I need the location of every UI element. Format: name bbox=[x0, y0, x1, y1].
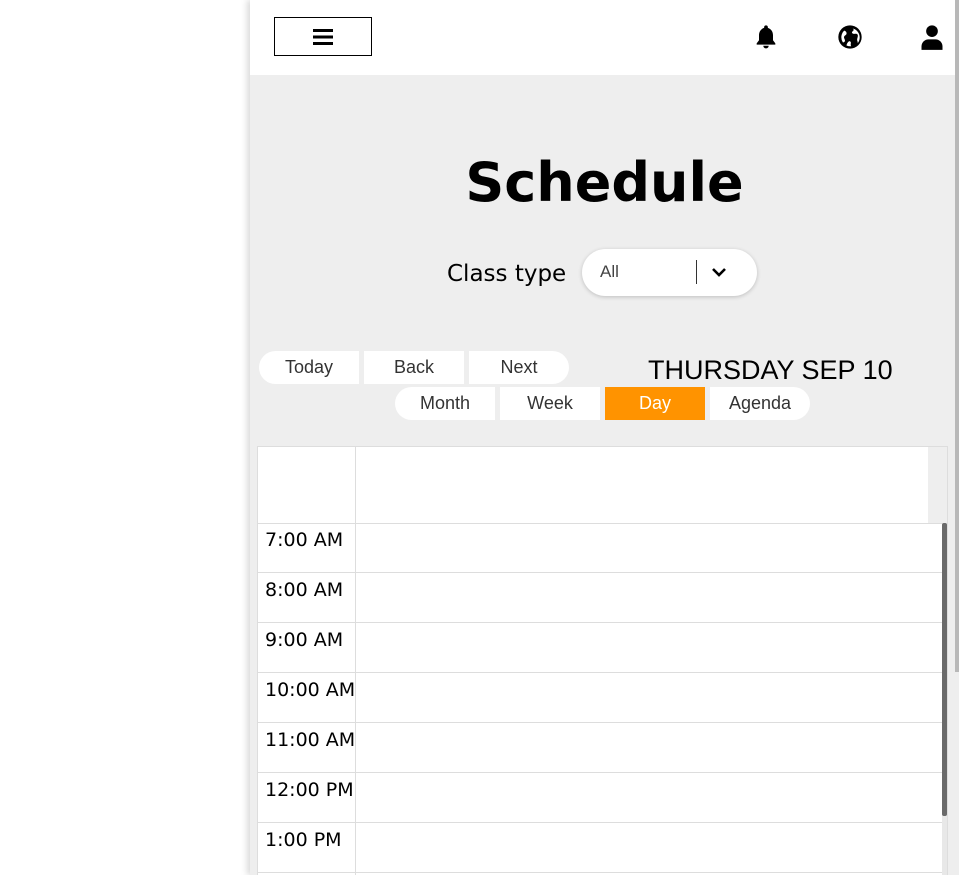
time-slot-row: 7:00 AM bbox=[258, 523, 947, 573]
month-view-button[interactable]: Month bbox=[395, 387, 495, 420]
hamburger-icon bbox=[313, 28, 333, 45]
class-type-select[interactable]: All bbox=[582, 249, 757, 296]
time-slot-label: 11:00 AM bbox=[265, 729, 356, 751]
chevron-down-icon bbox=[712, 268, 726, 277]
today-button[interactable]: Today bbox=[259, 351, 359, 384]
time-slot-row: 9:00 AM bbox=[258, 623, 947, 673]
time-slot-row: 12:00 PM bbox=[258, 773, 947, 823]
page-title: Schedule bbox=[465, 151, 744, 214]
user-icon bbox=[921, 25, 943, 50]
calendar-scrollbar-thumb[interactable] bbox=[942, 523, 947, 816]
bell-icon bbox=[756, 25, 776, 49]
time-slot-cell[interactable] bbox=[356, 623, 942, 672]
notifications-button[interactable] bbox=[752, 23, 780, 51]
page-scrollbar[interactable] bbox=[955, 0, 959, 672]
time-slot-label: 12:00 PM bbox=[265, 779, 354, 801]
time-slot-label: 8:00 AM bbox=[265, 579, 344, 601]
globe-icon bbox=[838, 25, 862, 49]
day-calendar: 7:00 AM 8:00 AM 9:00 AM 10:00 AM 11:00 A… bbox=[257, 446, 948, 875]
time-slot-cell[interactable] bbox=[356, 773, 942, 822]
class-type-label: Class type bbox=[447, 261, 567, 287]
time-slot-label: 1:00 PM bbox=[265, 829, 342, 851]
time-slot-cell[interactable] bbox=[356, 573, 942, 622]
time-slot-label: 9:00 AM bbox=[265, 629, 344, 651]
time-slot-row: 1:00 PM bbox=[258, 823, 947, 873]
time-slot-label: 7:00 AM bbox=[265, 529, 344, 551]
app-container: Schedule Class type All Today Back Next … bbox=[250, 0, 959, 875]
time-slot-cell[interactable] bbox=[356, 523, 942, 572]
week-view-button[interactable]: Week bbox=[500, 387, 600, 420]
time-slot-cell[interactable] bbox=[356, 723, 942, 772]
day-view-button[interactable]: Day bbox=[605, 387, 705, 420]
menu-button[interactable] bbox=[274, 17, 372, 56]
time-slot-row: 8:00 AM bbox=[258, 573, 947, 623]
next-button[interactable]: Next bbox=[469, 351, 569, 384]
time-slot-row: 11:00 AM bbox=[258, 723, 947, 773]
back-button[interactable]: Back bbox=[364, 351, 464, 384]
agenda-view-button[interactable]: Agenda bbox=[710, 387, 810, 420]
select-divider bbox=[696, 260, 697, 284]
top-bar bbox=[250, 0, 959, 75]
current-date-label: THURSDAY SEP 10 bbox=[648, 355, 893, 385]
header-scroll-spacer bbox=[928, 447, 947, 523]
time-gutter-divider bbox=[355, 447, 356, 875]
class-type-value: All bbox=[600, 262, 619, 281]
time-slot-cell[interactable] bbox=[356, 673, 942, 722]
language-button[interactable] bbox=[836, 23, 864, 51]
calendar-header bbox=[258, 447, 947, 524]
profile-button[interactable] bbox=[918, 23, 946, 51]
time-slot-cell[interactable] bbox=[356, 823, 942, 872]
time-slot-label: 10:00 AM bbox=[265, 679, 356, 701]
time-slot-row: 10:00 AM bbox=[258, 673, 947, 723]
